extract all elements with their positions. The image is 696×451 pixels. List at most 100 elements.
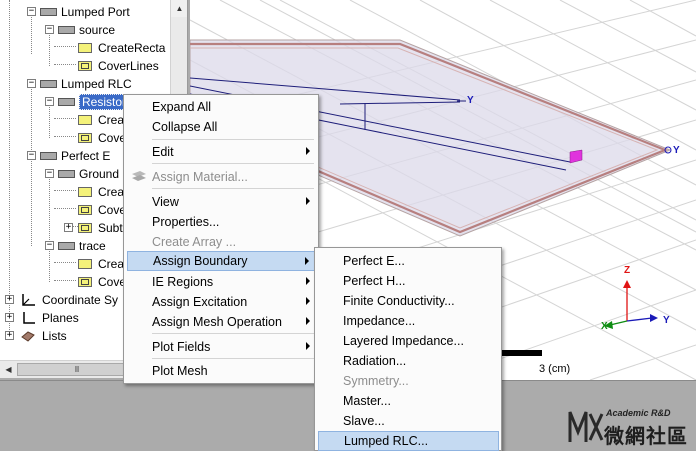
menu-item-label: Impedance... bbox=[343, 314, 416, 328]
menu-item-label: Lumped RLC... bbox=[344, 434, 429, 448]
collapse-toggle[interactable]: − bbox=[27, 79, 36, 88]
submenu-arrow-icon bbox=[306, 197, 310, 205]
expand-toggle[interactable]: + bbox=[5, 295, 14, 304]
tree-item-cover[interactable]: Cove bbox=[78, 273, 126, 291]
tree-item-lumped-port[interactable]: Lumped Port bbox=[40, 3, 130, 21]
tree-item-trace[interactable]: trace bbox=[58, 237, 106, 255]
menu-item-slave[interactable]: Slave... bbox=[318, 411, 499, 431]
folder-icon bbox=[40, 8, 57, 16]
menu-separator bbox=[152, 163, 314, 164]
menu-item-radiation[interactable]: Radiation... bbox=[318, 351, 499, 371]
submenu-arrow-icon bbox=[306, 317, 310, 325]
tree-connector bbox=[54, 46, 76, 47]
tree-item-label: Ground bbox=[79, 167, 120, 181]
object-icon bbox=[58, 242, 75, 250]
assign-boundary-submenu[interactable]: Perfect E... Perfect H... Finite Conduct… bbox=[314, 247, 502, 451]
tree-item-create[interactable]: Crea bbox=[78, 111, 124, 129]
menu-item-expand-all[interactable]: Expand All bbox=[127, 97, 316, 117]
collapse-toggle[interactable]: − bbox=[45, 241, 54, 250]
menu-item-create-array[interactable]: Create Array ... bbox=[127, 232, 316, 252]
expand-toggle[interactable]: + bbox=[64, 223, 73, 232]
tree-item-create-rectangle[interactable]: CreateRecta bbox=[78, 39, 165, 57]
tree-item-source[interactable]: source bbox=[58, 21, 115, 39]
tree-connector bbox=[31, 84, 32, 156]
menu-item-ie-regions[interactable]: IE Regions bbox=[127, 272, 316, 292]
scroll-thumb[interactable]: III bbox=[17, 363, 136, 376]
menu-item-view[interactable]: View bbox=[127, 192, 316, 212]
menu-item-properties[interactable]: Properties... bbox=[127, 212, 316, 232]
menu-item-master[interactable]: Master... bbox=[318, 391, 499, 411]
context-menu[interactable]: Expand All Collapse All Edit Assign Mate… bbox=[123, 94, 319, 384]
collapse-toggle[interactable]: − bbox=[27, 7, 36, 16]
menu-item-assign-mesh-operation[interactable]: Assign Mesh Operation bbox=[127, 312, 316, 332]
tree-item-resistor[interactable]: Resistor bbox=[58, 93, 130, 111]
coordinate-system-icon bbox=[22, 294, 35, 306]
watermark-title: 微網社區 bbox=[604, 426, 688, 448]
tree-connector bbox=[49, 30, 50, 66]
tree-connector bbox=[9, 0, 10, 336]
submenu-arrow-icon bbox=[306, 147, 310, 155]
tree-connector bbox=[49, 102, 50, 138]
watermark: Academic R&D 微網社區 bbox=[568, 402, 696, 451]
expand-toggle[interactable]: + bbox=[5, 313, 14, 322]
tree-item-create[interactable]: Crea bbox=[78, 183, 124, 201]
menu-item-perfect-h[interactable]: Perfect H... bbox=[318, 271, 499, 291]
tree-item-cover[interactable]: Cove bbox=[78, 201, 126, 219]
menu-item-perfect-e[interactable]: Perfect E... bbox=[318, 251, 499, 271]
tree-item-planes[interactable]: Planes bbox=[20, 309, 79, 327]
menu-item-assign-excitation[interactable]: Assign Excitation bbox=[127, 292, 316, 312]
tree-item-coordinate-systems[interactable]: Coordinate Sy bbox=[20, 291, 118, 309]
menu-item-lumped-rlc[interactable]: Lumped RLC... bbox=[318, 431, 499, 451]
menu-item-layered-impedance[interactable]: Layered Impedance... bbox=[318, 331, 499, 351]
object-icon bbox=[58, 98, 75, 106]
menu-separator bbox=[152, 139, 314, 140]
tree-item-subtract[interactable]: Subt bbox=[78, 219, 123, 237]
scroll-up-arrow-icon[interactable]: ▲ bbox=[171, 0, 187, 17]
menu-item-label: Collapse All bbox=[152, 120, 218, 134]
collapse-toggle[interactable]: − bbox=[45, 169, 54, 178]
menu-item-impedance[interactable]: Impedance... bbox=[318, 311, 499, 331]
submenu-arrow-icon bbox=[306, 277, 310, 285]
tree-connector bbox=[54, 280, 76, 281]
tree-item-cover-lines[interactable]: CoverLines bbox=[78, 57, 159, 75]
scroll-left-arrow-icon[interactable]: ◀ bbox=[0, 361, 17, 378]
collapse-toggle[interactable]: − bbox=[45, 25, 54, 34]
menu-item-label: Perfect H... bbox=[343, 274, 406, 288]
menu-item-finite-conductivity[interactable]: Finite Conductivity... bbox=[318, 291, 499, 311]
collapse-toggle[interactable]: − bbox=[45, 97, 54, 106]
expand-toggle[interactable]: + bbox=[5, 331, 14, 340]
scale-label: 3 (cm) bbox=[539, 363, 570, 375]
tree-item-lists[interactable]: Lists bbox=[20, 327, 67, 345]
menu-item-plot-fields[interactable]: Plot Fields bbox=[127, 337, 316, 357]
collapse-toggle[interactable]: − bbox=[27, 151, 36, 160]
cover-lines-icon bbox=[78, 205, 92, 215]
menu-item-label: Assign Excitation bbox=[152, 295, 248, 309]
menu-item-collapse-all[interactable]: Collapse All bbox=[127, 117, 316, 137]
tree-item-label-selected: Resistor bbox=[79, 94, 130, 110]
tree-item-label: source bbox=[79, 23, 116, 37]
menu-item-label: Symmetry... bbox=[343, 374, 409, 388]
tree-item-cover[interactable]: Cove bbox=[78, 129, 126, 147]
lists-icon bbox=[21, 331, 35, 342]
tree-item-lumped-rlc[interactable]: Lumped RLC bbox=[40, 75, 132, 93]
menu-item-edit[interactable]: Edit bbox=[127, 142, 316, 162]
tree-connector bbox=[54, 118, 76, 119]
menu-item-label: Assign Boundary bbox=[153, 254, 248, 268]
menu-item-assign-boundary[interactable]: Assign Boundary bbox=[127, 251, 316, 271]
tree-item-label: Lumped Port bbox=[61, 5, 130, 19]
tree-item-ground[interactable]: Ground bbox=[58, 165, 119, 183]
tree-item-label: Cove bbox=[98, 275, 127, 289]
cover-lines-icon bbox=[78, 61, 92, 71]
tree-connector bbox=[31, 156, 32, 246]
subtract-icon bbox=[78, 223, 92, 233]
tree-connector bbox=[54, 262, 76, 263]
tree-item-create[interactable]: Crea bbox=[78, 255, 124, 273]
svg-text:Y: Y bbox=[663, 315, 670, 326]
menu-item-symmetry[interactable]: Symmetry... bbox=[318, 371, 499, 391]
menu-item-assign-material[interactable]: Assign Material... bbox=[127, 167, 316, 187]
menu-item-label: Edit bbox=[152, 145, 174, 159]
watermark-subtitle: Academic R&D bbox=[606, 408, 671, 418]
tree-connector bbox=[54, 136, 76, 137]
menu-item-plot-mesh[interactable]: Plot Mesh bbox=[127, 361, 316, 381]
tree-item-perfect-e[interactable]: Perfect E bbox=[40, 147, 110, 165]
